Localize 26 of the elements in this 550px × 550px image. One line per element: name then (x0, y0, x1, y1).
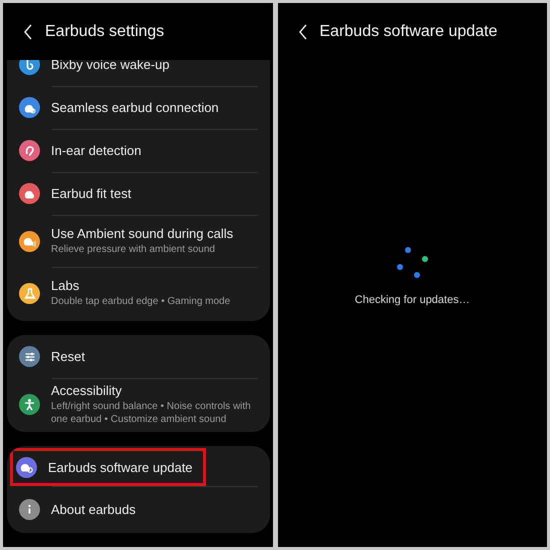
settings-item[interactable]: About earbuds (7, 488, 270, 531)
item-label: Seamless earbud connection (51, 100, 219, 115)
item-label: Labs (51, 278, 80, 293)
item-description: Relieve pressure with ambient sound (51, 243, 216, 256)
item-label: Reset (51, 349, 85, 364)
item-label: Earbud fit test (51, 186, 132, 201)
item-description: Left/right sound balance • Noise controls with one earbud • Customize ambient sound (51, 400, 252, 426)
settings-item[interactable]: Labs Double tap earbud edge • Gaming mode (7, 267, 270, 319)
settings-item[interactable]: Seamless earbud connection (7, 86, 270, 129)
settings-item[interactable]: Use Ambient sound during calls Relieve pressure with ambient sound (7, 215, 270, 267)
settings-item[interactable]: Reset (7, 335, 270, 378)
settings-item[interactable]: Earbud fit test (7, 172, 270, 215)
screen-title: Earbuds settings (45, 22, 164, 40)
screen-title: Earbuds software update (320, 22, 498, 40)
back-icon[interactable] (298, 24, 308, 40)
item-label: Use Ambient sound during calls (51, 226, 234, 241)
settings-item[interactable]: Earbuds software update (10, 448, 206, 486)
status-text: Checking for updates… (354, 294, 470, 306)
item-label: Earbuds software update (48, 460, 193, 474)
settings-item[interactable]: Accessibility Left/right sound balance • Noise controls with one earbud • Customize ambient sound (7, 378, 270, 430)
item-label: Accessibility (51, 382, 123, 398)
item-description: Double tap earbud edge • Gaming mode (51, 295, 230, 308)
item-label: In-ear detection (51, 143, 142, 158)
back-icon[interactable] (23, 24, 33, 40)
settings-item[interactable]: In-ear detection (7, 129, 270, 172)
item-label: About earbuds (51, 502, 136, 517)
